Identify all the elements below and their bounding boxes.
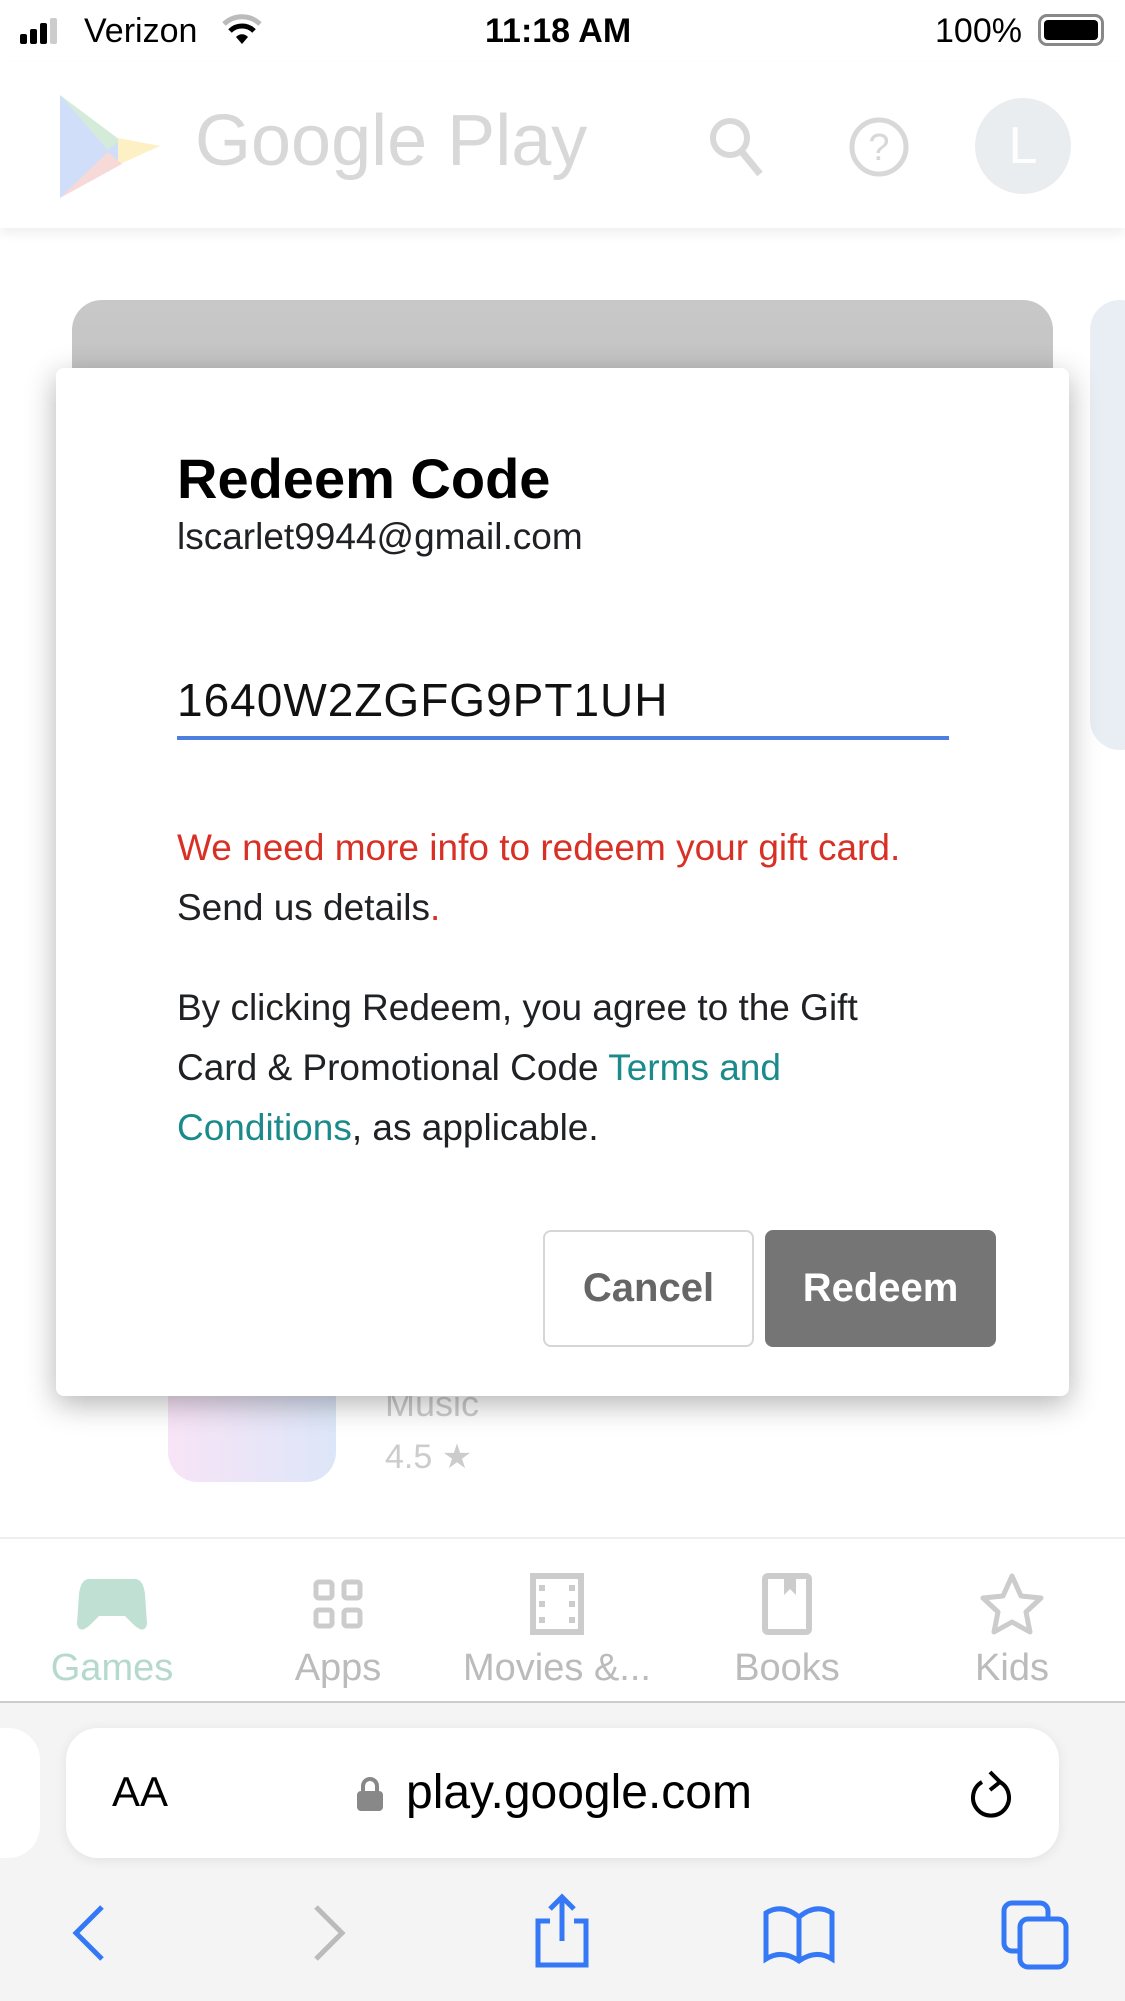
carrier: Verizon — [84, 12, 198, 50]
nav-label: Kids — [975, 1647, 1049, 1689]
film-icon — [530, 1573, 584, 1635]
url-text: play.google.com — [406, 1766, 752, 1819]
cancel-button[interactable]: Cancel — [543, 1230, 754, 1347]
nav-games[interactable]: Games — [12, 1569, 212, 1690]
address-bar[interactable]: AA play.google.com — [66, 1728, 1059, 1858]
clock: 11:18 AM — [485, 12, 632, 50]
code-input[interactable]: 1640W2ZGFG9PT1UH — [177, 673, 668, 727]
share-icon[interactable] — [532, 1893, 592, 1969]
google-play-logo-icon[interactable] — [60, 90, 160, 202]
help-icon[interactable]: ? — [848, 116, 910, 178]
back-icon[interactable] — [68, 1903, 108, 1963]
next-banner — [1090, 300, 1125, 750]
svg-text:?: ? — [868, 127, 889, 169]
redeem-button[interactable]: Redeem — [765, 1230, 996, 1347]
battery-icon — [1038, 14, 1104, 46]
terms-suffix: , as applicable. — [351, 1107, 599, 1148]
nav-kids[interactable]: Kids — [912, 1569, 1112, 1690]
app-rating: 4.5 ★ — [385, 1438, 473, 1476]
app-icon[interactable] — [168, 1390, 336, 1482]
nav-label: Games — [50, 1647, 174, 1689]
apps-grid-icon — [313, 1579, 363, 1629]
nav-label: Books — [734, 1647, 840, 1689]
error-period: . — [430, 887, 441, 928]
gamepad-icon — [77, 1579, 147, 1630]
forward-icon[interactable] — [310, 1903, 350, 1963]
star-icon — [980, 1573, 1044, 1635]
nav-books[interactable]: Books — [687, 1569, 887, 1690]
nav-apps[interactable]: Apps — [238, 1569, 438, 1690]
error-text: We need more info to redeem your gift ca… — [177, 827, 901, 868]
bookmarks-icon[interactable] — [762, 1903, 836, 1965]
bottom-nav: Games Apps Movies &... Books Kids — [0, 1537, 1125, 1703]
signal-icon — [20, 18, 57, 44]
battery-percent: 100% — [935, 12, 1022, 50]
account-email: lscarlet9944@gmail.com — [177, 516, 583, 557]
status-bar: Verizon 11:18 AM 100% — [0, 0, 1125, 62]
google-play-header: Google Play ? L — [0, 62, 1125, 228]
previous-tab-stub[interactable] — [0, 1728, 40, 1858]
input-underline — [177, 736, 949, 740]
error-message: We need more info to redeem your gift ca… — [177, 818, 977, 938]
nav-movies[interactable]: Movies &... — [457, 1569, 657, 1690]
nav-label: Movies &... — [463, 1647, 651, 1689]
safari-toolbar: AA play.google.com — [0, 1703, 1125, 2001]
redeem-code-dialog: Redeem Code lscarlet9944@gmail.com 1640W… — [56, 368, 1069, 1396]
dialog-title: Redeem Code — [177, 447, 551, 510]
avatar[interactable]: L — [975, 98, 1071, 194]
tabs-icon[interactable] — [1000, 1899, 1070, 1971]
logo-text: Google Play — [195, 101, 588, 181]
lock-icon — [357, 1777, 383, 1811]
search-icon[interactable] — [708, 116, 764, 176]
nav-label: Apps — [294, 1647, 382, 1689]
reload-icon[interactable] — [966, 1768, 1016, 1824]
wifi-icon — [222, 14, 262, 44]
book-icon — [762, 1573, 812, 1635]
terms-text: By clicking Redeem, you agree to the Gif… — [177, 978, 917, 1158]
send-details-link[interactable]: Send us details — [177, 887, 430, 928]
text-size-button[interactable]: AA — [112, 1768, 168, 1816]
